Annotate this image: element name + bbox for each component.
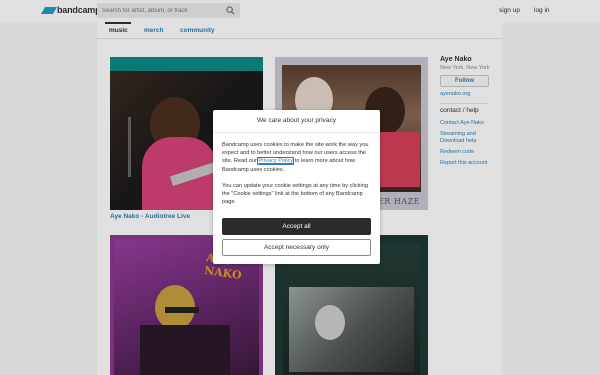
cookie-paragraph-2: You can update your cookie settings at a…: [222, 183, 368, 206]
cookie-consent-dialog: We care about your privacy Bandcamp uses…: [213, 110, 380, 264]
cookie-dialog-title: We care about your privacy: [213, 110, 380, 133]
cookie-paragraph-1: Bandcamp uses cookies to make the site w…: [222, 141, 372, 174]
privacy-policy-link[interactable]: Privacy Policy: [257, 157, 295, 166]
accept-necessary-button[interactable]: Accept necessary only: [222, 239, 371, 256]
accept-all-button[interactable]: Accept all: [222, 218, 371, 235]
